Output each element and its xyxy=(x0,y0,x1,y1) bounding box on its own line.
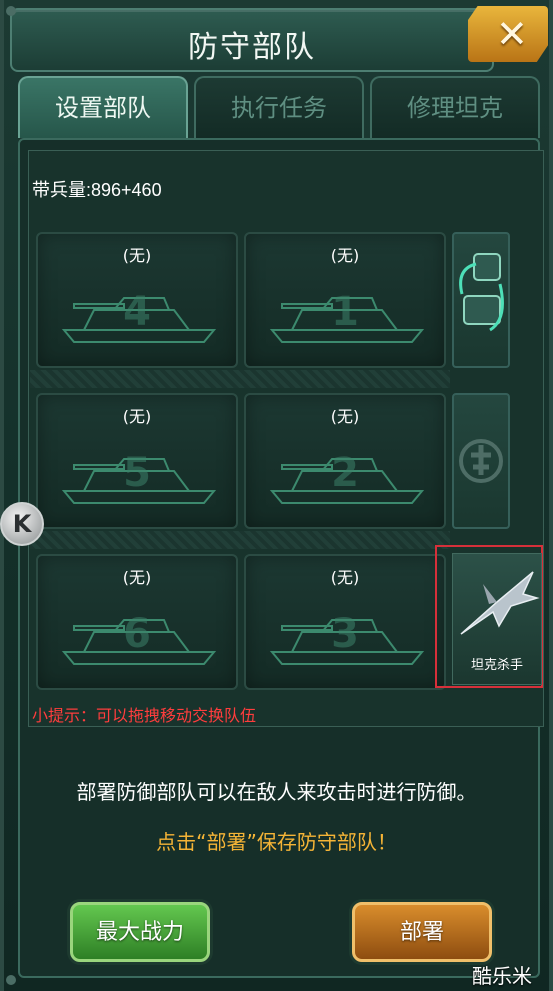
troop-slot[interactable]: (无) 3 xyxy=(244,554,446,690)
commander-button[interactable] xyxy=(452,393,510,529)
commander-emblem-icon xyxy=(459,439,503,483)
troop-slot[interactable]: (无) 6 xyxy=(36,554,238,690)
swap-arrows-icon xyxy=(459,253,504,332)
slot-label: (无) xyxy=(122,246,152,265)
description-text: 部署防御部队可以在敌人来攻击时进行防御。 xyxy=(76,780,477,804)
troop-slot[interactable]: (无) 5 xyxy=(36,393,238,529)
troop-capacity: 带兵量:896+460 xyxy=(32,180,162,200)
max-power-button[interactable]: 最大战力 xyxy=(70,902,210,962)
slot-label: (无) xyxy=(330,407,360,426)
slot-label: (无) xyxy=(122,407,152,426)
title-bar: 防守部队 xyxy=(10,8,494,72)
tab-set-troops[interactable]: 设置部队 xyxy=(18,76,188,138)
corner-rivet xyxy=(6,975,16,985)
troop-slot[interactable]: (无) 1 xyxy=(244,232,446,368)
tab-bar: 设置部队 执行任务 修理坦克 xyxy=(18,76,540,140)
slot-label: (无) xyxy=(122,568,152,587)
dialog-title: 防守部队 xyxy=(188,30,316,65)
troop-slot[interactable]: (无) 2 xyxy=(244,393,446,529)
tip-text: 小提示：可以拖拽移动交换队伍 xyxy=(32,706,257,725)
slot-number: 3 xyxy=(331,611,359,657)
close-button[interactable]: ✕ xyxy=(468,6,548,62)
tank-killer-card[interactable]: 坦克杀手 xyxy=(452,553,542,685)
watermark: 酷乐米 xyxy=(472,964,532,988)
k-logo-icon[interactable]: K xyxy=(0,502,44,546)
corner-rivet xyxy=(6,6,16,16)
close-icon: ✕ xyxy=(496,12,528,56)
slot-label: (无) xyxy=(330,246,360,265)
slot-number: 2 xyxy=(331,450,359,496)
tab-execute-mission[interactable]: 执行任务 xyxy=(194,76,364,138)
slot-number: 4 xyxy=(123,289,151,335)
slot-label: (无) xyxy=(330,568,360,587)
row-divider xyxy=(30,370,450,388)
tank-killer-label: 坦克杀手 xyxy=(470,658,523,673)
tab-repair-tanks[interactable]: 修理坦克 xyxy=(370,76,540,138)
slot-number: 5 xyxy=(123,450,151,496)
swap-toggle-button[interactable] xyxy=(452,232,510,368)
row-divider xyxy=(30,531,450,549)
slot-number: 6 xyxy=(123,611,151,657)
hint-text: 点击“部署”保存防守部队！ xyxy=(156,830,397,854)
troop-slot[interactable]: (无) 4 xyxy=(36,232,238,368)
fighter-jet-icon xyxy=(460,571,540,635)
slot-number: 1 xyxy=(331,289,359,335)
deploy-button[interactable]: 部署 xyxy=(352,902,492,962)
